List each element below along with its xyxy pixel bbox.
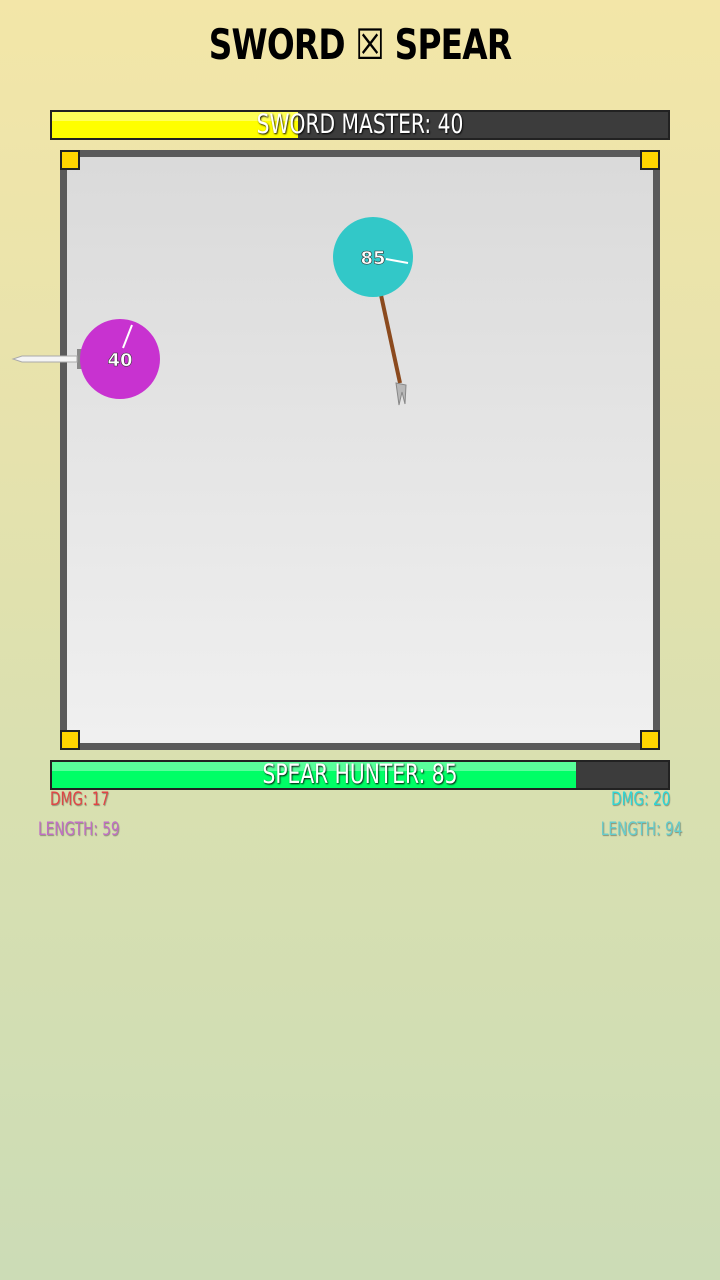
sword-weapon [11,349,82,369]
spear-shaft [379,294,402,384]
spear-weapon [379,294,407,406]
spear-length-stat: LENGTH: 94 [600,818,682,840]
sword-dmg-stat: DMG: 17 [50,788,110,810]
sword-length-stat: LENGTH: 59 [38,818,120,840]
sword-ball-hp: 40 [107,350,132,371]
spear-dmg-stat: DMG: 20 [610,788,670,810]
spear-hunter-health-label: SPEAR HUNTER: 85 [262,759,458,790]
sword-blade [11,355,78,363]
spear-tip [395,382,407,406]
battle-layer: 85 40 [11,217,413,406]
spear-ball-hp: 85 [360,248,385,269]
spear-hunter-health-bar: SPEAR HUNTER: 85 [50,760,670,790]
spear-hunter-ball: 85 [333,217,413,297]
sword-master-ball: 40 [80,319,160,399]
